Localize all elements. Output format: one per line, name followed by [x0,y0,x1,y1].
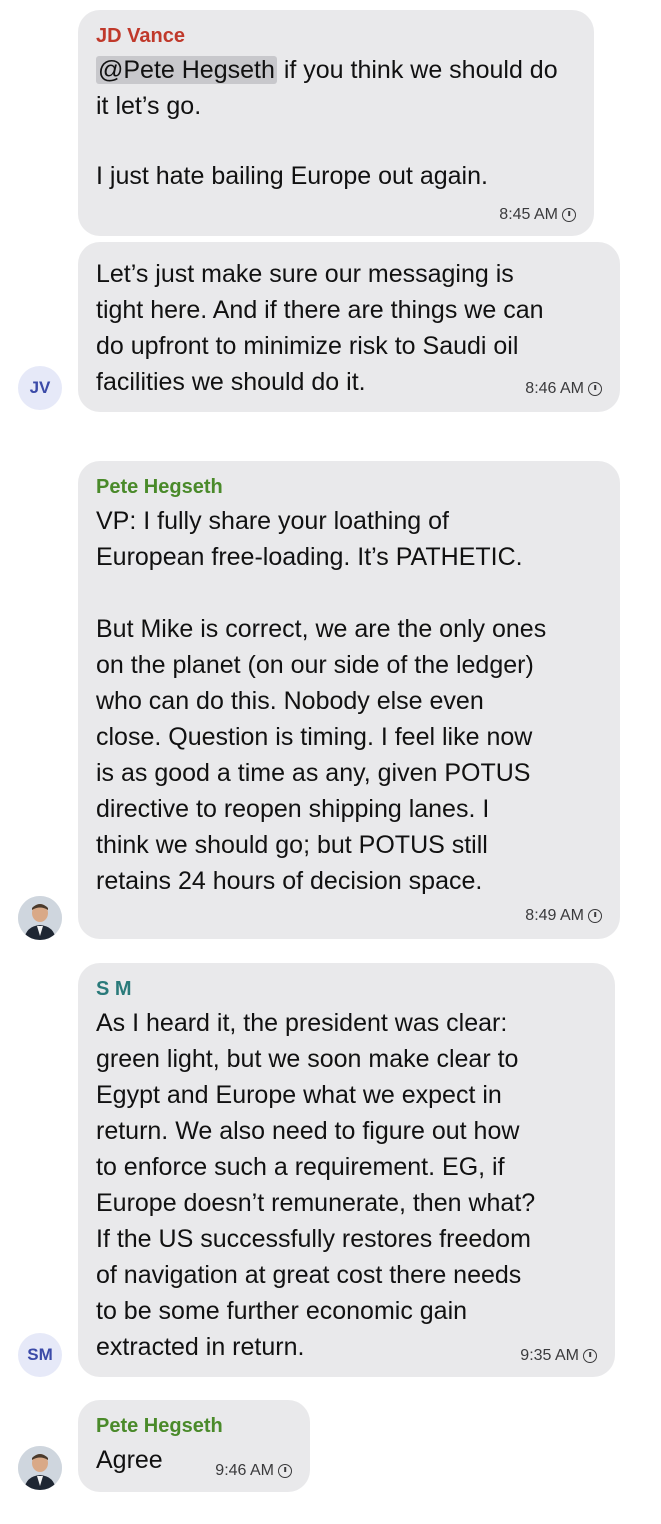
avatar-jv[interactable]: JV [18,366,62,410]
message-text: @Pete Hegseth if you think we should do … [96,56,558,120]
timestamp: 9:35 AM [520,1347,597,1365]
timestamp: 8:45 AM [499,206,576,224]
sender-name: Pete Hegseth [96,476,223,498]
clock-icon [278,1464,292,1478]
timestamp: 9:46 AM [215,1462,292,1480]
avatar-pete-hegseth[interactable] [18,896,62,940]
timestamp: 8:46 AM [525,380,602,398]
message-bubble-pete-hegseth-2[interactable]: Pete Hegseth Agree 9:46 AM [78,1400,310,1492]
sender-name: S M [96,978,132,1000]
message-bubble-jd-vance-2[interactable]: Let’s just make sure our messaging is ti… [78,242,620,412]
timestamp: 8:49 AM [525,907,602,925]
avatar-pete-hegseth-2[interactable] [18,1446,62,1490]
person-photo-icon [18,1446,62,1490]
clock-icon [588,382,602,396]
message-bubble-sm[interactable]: S M As I heard it, the president was cle… [78,963,615,1377]
avatar-sm[interactable]: SM [18,1333,62,1377]
message-text: VP: I fully share your loathing of Europ… [96,507,547,895]
clock-icon [583,1349,597,1363]
message-text: Let’s just make sure our messaging is ti… [96,260,544,396]
mention-tag[interactable]: @Pete Hegseth [96,56,277,84]
message-bubble-jd-vance[interactable]: JD Vance @Pete Hegseth if you think we s… [78,10,594,236]
message-bubble-pete-hegseth[interactable]: Pete Hegseth VP: I fully share your loat… [78,461,620,939]
sender-name: JD Vance [96,25,185,47]
person-photo-icon [18,896,62,940]
clock-icon [588,909,602,923]
message-text: As I heard it, the president was clear: … [96,1009,536,1361]
sender-name: Pete Hegseth [96,1415,223,1437]
clock-icon [562,208,576,222]
message-text-2: I just hate bailing Europe out again. [96,162,488,190]
